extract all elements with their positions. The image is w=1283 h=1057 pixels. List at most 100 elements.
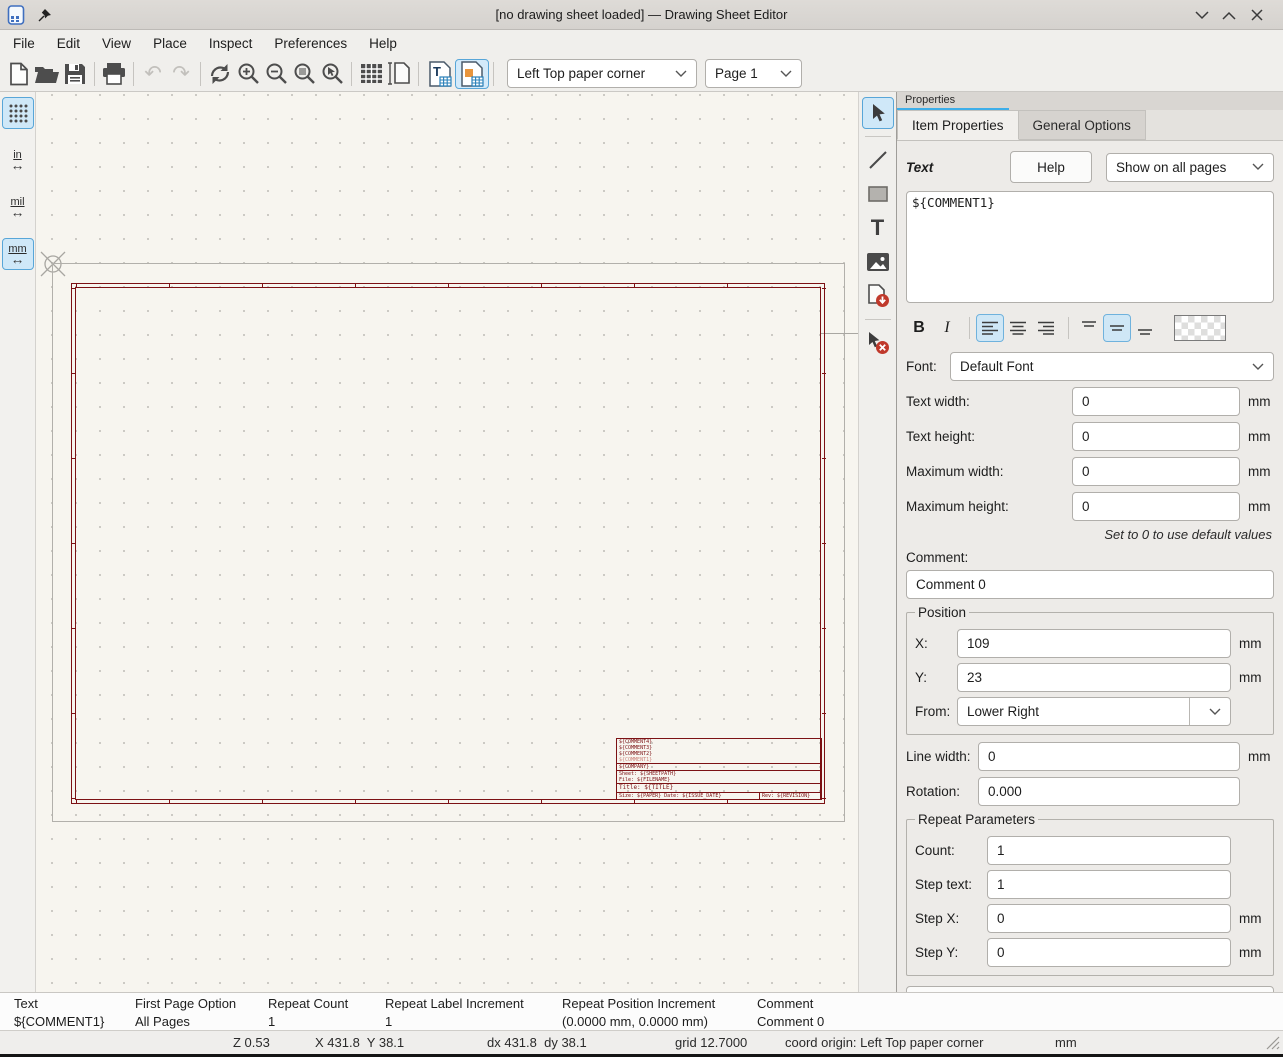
menu-item-help[interactable]: Help	[358, 33, 408, 54]
menu-item-view[interactable]: View	[91, 33, 142, 54]
line-tool-button[interactable]	[863, 145, 893, 175]
text-width-unit: mm	[1248, 394, 1274, 409]
comment-field[interactable]	[906, 570, 1274, 599]
step-y-unit: mm	[1239, 945, 1265, 960]
font-select[interactable]: Default Font	[950, 352, 1274, 381]
append-sheet-button[interactable]	[863, 281, 893, 311]
align-left-button[interactable]	[977, 315, 1003, 341]
coord-origin-readout: coord origin: Left Top paper corner	[785, 1035, 984, 1050]
text-tool-icon: T	[871, 217, 884, 239]
grid-visibility-button[interactable]	[3, 98, 33, 128]
valign-middle-button[interactable]	[1104, 315, 1130, 341]
page-visibility-select[interactable]: Show on all pages	[1106, 153, 1274, 182]
rotation-label: Rotation:	[906, 784, 978, 799]
text-content-textarea[interactable]: ${COMMENT1}	[906, 191, 1274, 303]
undo-icon: ↶	[144, 63, 162, 84]
panel-tabbar: Item Properties General Options	[897, 110, 1283, 141]
position-y-field[interactable]	[957, 663, 1231, 692]
page-select[interactable]: Page 1	[705, 59, 802, 88]
new-sheet-button[interactable]	[5, 60, 33, 88]
italic-button[interactable]: I	[934, 315, 960, 341]
repeat-parameters-group: Repeat Parameters Count: Step text: Step…	[906, 812, 1274, 976]
valign-top-button[interactable]	[1076, 315, 1102, 341]
item-type-label: Text	[906, 160, 1010, 175]
coord-origin-select[interactable]: Left Top paper corner	[507, 59, 697, 88]
comment-label: Comment:	[906, 550, 1274, 565]
repeat-count-field[interactable]	[987, 836, 1231, 865]
save-button[interactable]	[61, 60, 89, 88]
max-width-field[interactable]	[1072, 457, 1240, 486]
unit-mm-button[interactable]: mm ↔	[3, 239, 33, 269]
edit-mode-button[interactable]: T	[424, 60, 456, 88]
text-width-field[interactable]	[1072, 387, 1240, 416]
select-tool-button[interactable]	[863, 98, 893, 128]
zoom-out-icon	[265, 62, 288, 85]
table-view-button[interactable]	[357, 60, 385, 88]
undo-button[interactable]: ↶	[139, 60, 167, 88]
tab-item-properties[interactable]: Item Properties	[897, 110, 1019, 140]
text-width-label: Text width:	[906, 394, 1072, 409]
step-x-field[interactable]	[987, 904, 1231, 933]
zone-ticks-right	[822, 288, 826, 799]
unit-inches-button[interactable]: in ↔	[3, 145, 33, 175]
maximize-button[interactable]	[1218, 5, 1240, 25]
info-value: All Pages	[135, 1014, 236, 1029]
title-block-sheet: Sheet: ${SHEETPATH}	[617, 770, 821, 777]
zoom-selection-button[interactable]	[318, 60, 346, 88]
step-y-field[interactable]	[987, 938, 1231, 967]
position-from-select[interactable]: Lower Right	[957, 697, 1231, 726]
sheet-canvas[interactable]: ${COMMENT4} ${COMMENT3} ${COMMENT2} ${CO…	[36, 92, 858, 992]
info-label: Comment	[757, 996, 824, 1011]
repeat-count-label: Count:	[915, 843, 987, 858]
position-group-label: Position	[915, 605, 969, 620]
position-from-label: From:	[915, 704, 957, 719]
step-x-label: Step X:	[915, 911, 987, 926]
left-toolbar: in ↔ mil ↔ mm ↔	[0, 92, 36, 992]
step-x-unit: mm	[1239, 911, 1265, 926]
menu-item-edit[interactable]: Edit	[46, 33, 91, 54]
resize-grip[interactable]	[1266, 1036, 1280, 1050]
line-width-label: Line width:	[906, 749, 978, 764]
menu-item-file[interactable]: File	[2, 33, 46, 54]
rectangle-tool-button[interactable]	[863, 179, 893, 209]
zoom-fit-button[interactable]	[290, 60, 318, 88]
info-label: First Page Option	[135, 996, 236, 1011]
page-select-value: Page 1	[715, 66, 770, 81]
valign-bottom-button[interactable]	[1132, 315, 1158, 341]
page-size-button[interactable]	[385, 60, 413, 88]
info-col-repeat-count: Repeat Count 1	[268, 996, 348, 1029]
bold-button[interactable]: B	[906, 315, 932, 341]
step-text-field[interactable]	[987, 870, 1231, 899]
text-tool-button[interactable]: T	[863, 213, 893, 243]
tab-general-options[interactable]: General Options	[1019, 110, 1146, 140]
open-sheet-button[interactable]	[33, 60, 61, 88]
main-toolbar: ↶ ↷	[0, 56, 1283, 92]
text-color-swatch[interactable]	[1174, 315, 1226, 341]
text-height-field[interactable]	[1072, 422, 1240, 451]
rotation-field[interactable]	[978, 777, 1240, 806]
delete-tool-button[interactable]	[863, 328, 893, 358]
image-tool-button[interactable]	[863, 247, 893, 277]
zoom-in-button[interactable]	[234, 60, 262, 88]
refresh-view-button[interactable]	[206, 60, 234, 88]
align-right-button[interactable]	[1033, 315, 1059, 341]
zone-ticks-top	[76, 284, 820, 288]
close-button[interactable]	[1246, 5, 1268, 25]
window-shade-button[interactable]	[1191, 5, 1213, 25]
coord-origin-value: Left Top paper corner	[517, 66, 665, 81]
preview-mode-button[interactable]	[456, 60, 488, 88]
print-button[interactable]	[100, 60, 128, 88]
align-center-button[interactable]	[1005, 315, 1031, 341]
position-x-field[interactable]	[957, 629, 1231, 658]
right-toolbar: T	[858, 92, 896, 992]
menu-item-place[interactable]: Place	[142, 33, 198, 54]
zoom-out-button[interactable]	[262, 60, 290, 88]
max-height-field[interactable]	[1072, 492, 1240, 521]
menu-item-inspect[interactable]: Inspect	[198, 33, 264, 54]
line-width-field[interactable]	[978, 742, 1240, 771]
menu-item-preferences[interactable]: Preferences	[263, 33, 358, 54]
unit-mils-button[interactable]: mil ↔	[3, 192, 33, 222]
redo-button[interactable]: ↷	[167, 60, 195, 88]
help-button[interactable]: Help	[1010, 151, 1092, 183]
info-col-repeat-label-increment: Repeat Label Increment 1	[385, 996, 524, 1029]
